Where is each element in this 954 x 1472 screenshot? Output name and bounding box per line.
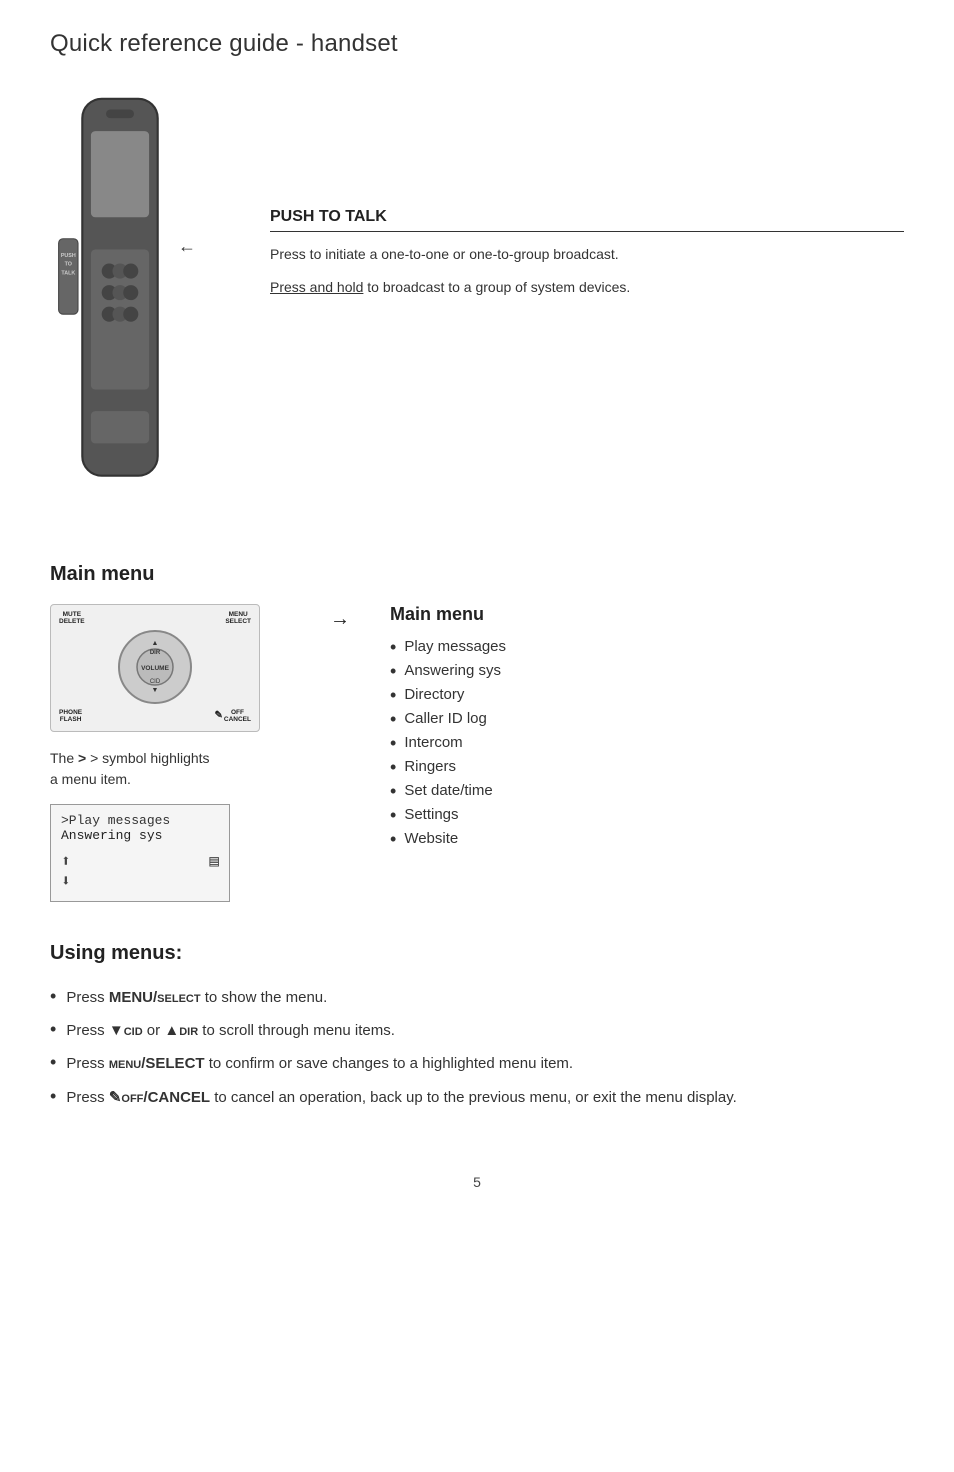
- top-section: PUSH TO TALK ← PUSH TO TALK Press to ini…: [50, 88, 904, 523]
- push-to-talk-desc1: Press to initiate a one-to-one or one-to…: [270, 244, 904, 265]
- screen-icons: ⬆⬇ ▤: [61, 851, 219, 891]
- off-cancel-btn: ✎ OFFCANCEL: [215, 709, 251, 723]
- phone-flash-btn: PHONEFLASH: [59, 709, 82, 723]
- menu-item-play-messages: •Play messages: [390, 635, 904, 659]
- bullet-8: •: [390, 806, 396, 824]
- svg-text:▲: ▲: [152, 640, 159, 647]
- dir-label: ▲dir: [164, 1022, 198, 1039]
- menu-right: Main menu •Play messages •Answering sys …: [390, 604, 904, 851]
- menu-item-ringers: •Ringers: [390, 755, 904, 779]
- the-text: The: [50, 750, 74, 766]
- symbol-desc: > symbol highlights: [90, 750, 209, 766]
- using-item-2: • Press ▼cid or ▲dir to scroll through m…: [50, 1014, 904, 1047]
- using-bullet-4: •: [50, 1087, 56, 1105]
- screen-preview: >Play messages Answering sys ⬆⬇ ▤: [50, 804, 230, 902]
- menu-item-answering-sys: •Answering sys: [390, 659, 904, 683]
- push-to-talk-title: PUSH TO TALK: [270, 208, 904, 232]
- push-to-talk-arrow: ←: [178, 236, 196, 257]
- keypad-container: MUTEDELETE MENUSELECT ▲ DIR: [50, 604, 260, 732]
- menu-select-label: MENU/select: [109, 989, 201, 1006]
- bullet-5: •: [390, 734, 396, 752]
- main-menu-arrow: →: [330, 604, 350, 631]
- mute-delete-btn: MUTEDELETE: [59, 611, 85, 625]
- off-cancel-label: ✎off/CANCEL: [109, 1089, 210, 1106]
- using-menus-list: • Press MENU/select to show the menu. • …: [50, 981, 904, 1114]
- nav-ring-svg: ▲ DIR VOLUME CID ▼: [115, 627, 195, 707]
- push-to-talk-desc2: Press and hold to broadcast to a group o…: [270, 277, 904, 298]
- handset-image: PUSH TO TALK ←: [50, 88, 210, 523]
- svg-text:TALK: TALK: [61, 270, 75, 276]
- page-number: 5: [50, 1174, 904, 1190]
- menu-item-directory: •Directory: [390, 683, 904, 707]
- menu-row: MUTEDELETE MENUSELECT ▲ DIR: [50, 604, 904, 902]
- using-bullet-2: •: [50, 1020, 56, 1038]
- screen-line2: Answering sys: [61, 828, 219, 843]
- up-down-icon: ⬆⬇: [61, 851, 71, 891]
- nav-circle-row: ▲ DIR VOLUME CID ▼: [59, 627, 251, 707]
- bullet-2: •: [390, 662, 396, 680]
- svg-text:PUSH: PUSH: [61, 253, 76, 259]
- using-item-4: • Press ✎off/CANCEL to cancel an operati…: [50, 1081, 904, 1114]
- svg-text:VOLUME: VOLUME: [141, 665, 169, 672]
- svg-text:TO: TO: [65, 262, 72, 268]
- using-item-3-text: Press menu/SELECT to confirm or save cha…: [66, 1052, 904, 1075]
- using-item-3: • Press menu/SELECT to confirm or save c…: [50, 1047, 904, 1080]
- symbol-text: The > > symbol highlights a menu item.: [50, 748, 210, 790]
- main-menu-list: •Play messages •Answering sys •Directory…: [390, 635, 904, 851]
- using-bullet-1: •: [50, 987, 56, 1005]
- handset-svg: PUSH TO TALK: [50, 88, 190, 519]
- main-menu-section: Main menu MUTEDELETE MENUSELECT: [50, 563, 904, 902]
- menu-select-btn: MENUSELECT: [225, 611, 251, 625]
- menu-item-website: •Website: [390, 827, 904, 851]
- menu-icon: ▤: [209, 851, 219, 891]
- screen-line1: >Play messages: [61, 813, 219, 828]
- bullet-3: •: [390, 686, 396, 704]
- menu-item-set-date-time: •Set date/time: [390, 779, 904, 803]
- main-menu-right-title: Main menu: [390, 604, 904, 625]
- using-menus-section: Using menus: • Press MENU/select to show…: [50, 942, 904, 1114]
- keypad-bottom-row: PHONEFLASH ✎ OFFCANCEL: [59, 709, 251, 723]
- menu-item-caller-id-log: •Caller ID log: [390, 707, 904, 731]
- push-to-talk-section: PUSH TO TALK Press to initiate a one-to-…: [270, 88, 904, 298]
- page-title: Quick reference guide - handset: [50, 30, 904, 58]
- bullet-6: •: [390, 758, 396, 776]
- bullet-4: •: [390, 710, 396, 728]
- using-item-4-text: Press ✎off/CANCEL to cancel an operation…: [66, 1086, 904, 1109]
- push-to-talk-desc2-suffix: to broadcast to a group of system device…: [363, 279, 630, 295]
- using-item-1: • Press MENU/select to show the menu.: [50, 981, 904, 1014]
- bullet-9: •: [390, 830, 396, 848]
- press-and-hold-text: Press and hold: [270, 279, 363, 295]
- using-item-2-text: Press ▼cid or ▲dir to scroll through men…: [66, 1019, 904, 1042]
- menu-item-intercom: •Intercom: [390, 731, 904, 755]
- using-item-1-text: Press MENU/select to show the menu.: [66, 986, 904, 1009]
- keypad-top-row: MUTEDELETE MENUSELECT: [59, 611, 251, 625]
- main-menu-section-title: Main menu: [50, 563, 904, 586]
- menu-select-label-2: menu/SELECT: [109, 1055, 205, 1072]
- bullet-1: •: [390, 638, 396, 656]
- menu-left: MUTEDELETE MENUSELECT ▲ DIR: [50, 604, 290, 902]
- cid-label: ▼cid: [109, 1022, 143, 1039]
- gt-symbol: >: [78, 750, 86, 766]
- using-bullet-3: •: [50, 1053, 56, 1071]
- menu-item-text: a menu item.: [50, 771, 131, 787]
- svg-text:DIR: DIR: [150, 650, 161, 656]
- svg-text:▼: ▼: [152, 687, 159, 694]
- using-menus-title: Using menus:: [50, 942, 904, 965]
- menu-item-settings: •Settings: [390, 803, 904, 827]
- svg-text:CID: CID: [150, 679, 161, 685]
- bullet-7: •: [390, 782, 396, 800]
